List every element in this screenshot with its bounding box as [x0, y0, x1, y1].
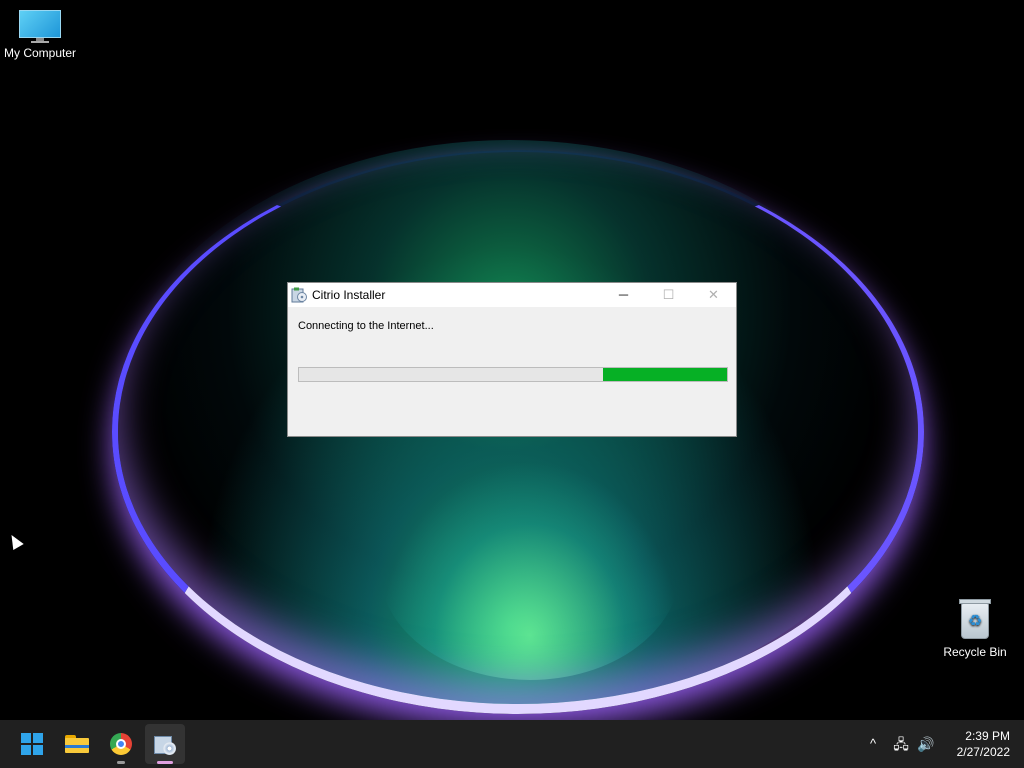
clock-time: 2:39 PM	[965, 729, 1010, 743]
maximize-button[interactable]: ☐	[646, 283, 691, 307]
progress-bar	[298, 367, 728, 382]
taskbar-citrio-installer[interactable]	[145, 724, 185, 764]
monitor-icon	[19, 10, 61, 43]
clock-date: 2/27/2022	[956, 745, 1010, 759]
minimize-button[interactable]: ─	[601, 283, 646, 307]
chrome-icon	[110, 733, 132, 755]
show-hidden-icons-chevron-icon[interactable]: ^	[863, 720, 883, 768]
installer-app-icon	[291, 287, 307, 303]
active-indicator	[157, 761, 173, 764]
system-clock[interactable]: 2:39 PM 2/27/2022	[940, 728, 1010, 760]
volume-icon[interactable]: 🔊	[915, 720, 937, 768]
running-indicator	[117, 761, 125, 764]
status-text: Connecting to the Internet...	[298, 320, 434, 332]
window-title: Citrio Installer	[312, 288, 386, 302]
network-icon[interactable]: 🖧	[891, 720, 911, 768]
taskbar-chrome[interactable]	[101, 724, 141, 764]
installer-window: Citrio Installer ─ ☐ ✕ Connecting to the…	[287, 282, 737, 437]
desktop-icon-label: Recycle Bin	[943, 645, 1007, 659]
close-button[interactable]: ✕	[691, 283, 736, 307]
desktop: My Computer ♻ Recycle Bin Citrio Install…	[0, 0, 1024, 768]
recycle-bin-icon: ♻	[957, 597, 993, 641]
windows-logo-icon	[21, 733, 43, 755]
mouse-cursor	[6, 531, 24, 551]
installer-icon	[154, 732, 176, 756]
taskbar: ^ 🖧 🔊 2:39 PM 2/27/2022	[0, 720, 1024, 768]
start-button[interactable]	[12, 724, 52, 764]
desktop-icon-recycle-bin[interactable]: ♻ Recycle Bin	[935, 597, 1015, 659]
desktop-icon-my-computer[interactable]: My Computer	[0, 10, 80, 60]
folder-icon	[65, 735, 89, 753]
taskbar-file-explorer[interactable]	[57, 724, 97, 764]
desktop-icon-label: My Computer	[3, 46, 77, 60]
window-titlebar[interactable]: Citrio Installer ─ ☐ ✕	[288, 283, 736, 307]
progress-fill	[602, 368, 727, 381]
